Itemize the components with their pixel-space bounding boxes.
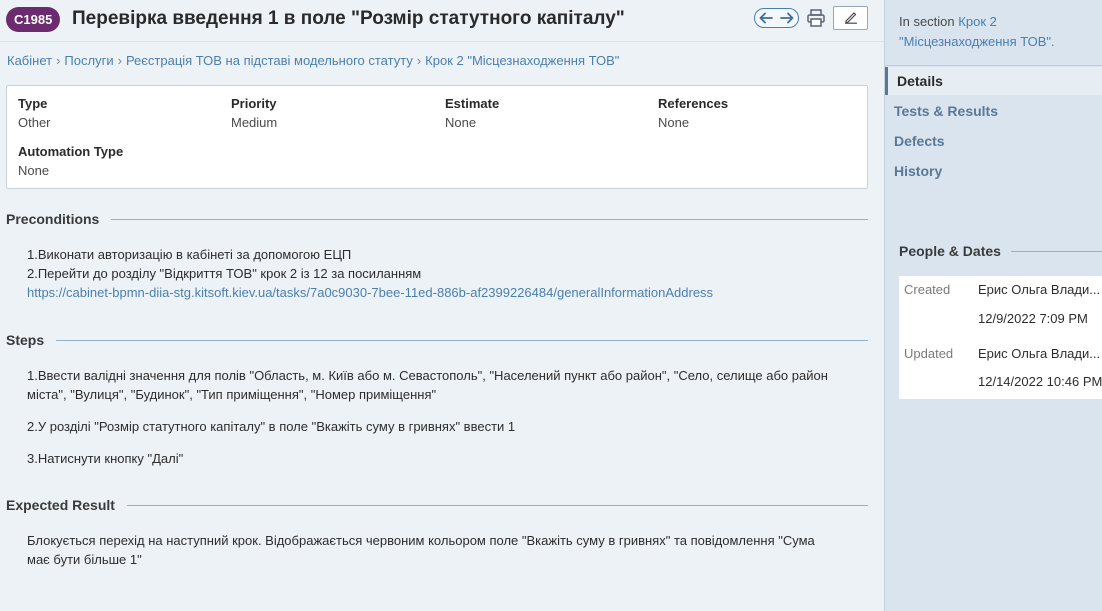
edit-icon [844, 10, 858, 27]
expected-result-title: Expected Result [6, 497, 115, 513]
case-header: C1985 Перевірка введення 1 в поле "Розмі… [0, 0, 884, 42]
field-type-label: Type [18, 96, 48, 111]
precondition-link[interactable]: https://cabinet-bpmn-diia-stg.kitsoft.ki… [27, 285, 713, 300]
preconditions-header: Preconditions [6, 210, 868, 228]
people-dates-title: People & Dates [899, 243, 1001, 259]
sidebar: In section Крок 2 "Місцезнаходження ТОВ".… [884, 0, 1102, 611]
preconditions-title: Preconditions [6, 211, 100, 227]
sidebar-item-details[interactable]: Details [885, 67, 1102, 95]
steps-title: Steps [6, 332, 45, 348]
field-references: References None [658, 96, 728, 130]
arrow-right-icon[interactable] [780, 12, 794, 24]
section-divider [1010, 250, 1102, 252]
field-references-value: None [658, 115, 690, 130]
updated-by[interactable]: Ерис Ольга Влади... [978, 346, 1102, 361]
field-estimate: Estimate None [445, 96, 499, 130]
step-line: 2.У розділі "Розмір статутного капіталу"… [27, 419, 516, 434]
section-link-line2: "Місцезнаходження ТОВ". [899, 34, 1055, 49]
in-section-info: In section Крок 2 "Місцезнаходження ТОВ". [899, 12, 1089, 52]
breadcrumb-separator: › [416, 53, 422, 68]
people-dates-panel: Created Ерис Ольга Влади... 12/9/2022 7:… [899, 276, 1102, 399]
field-references-label: References [658, 96, 729, 111]
step-line: 1.Ввести валідні значення для полів "Обл… [27, 368, 828, 383]
page-title: Перевірка введення 1 в поле "Розмір стат… [72, 8, 625, 29]
created-by[interactable]: Ерис Ольга Влади... [978, 282, 1102, 297]
case-id-badge: C1985 [6, 7, 61, 32]
expected-result-header: Expected Result [6, 496, 868, 514]
prev-next-nav [754, 8, 799, 28]
breadcrumb-item-registration[interactable]: Реєстрація ТОВ на підставі модельного ст… [126, 53, 413, 68]
field-type-value: Other [18, 115, 51, 130]
section-divider [126, 504, 868, 506]
breadcrumb: Кабінет › Послуги › Реєстрація ТОВ на підста… [7, 53, 619, 68]
breadcrumb-item-services[interactable]: Послуги [64, 53, 113, 68]
breadcrumb-item-cabinet[interactable]: Кабінет [7, 53, 52, 68]
people-dates-header: People & Dates [899, 243, 1102, 259]
step-line: 3.Натиснути кнопку "Далі" [27, 451, 184, 466]
print-icon[interactable] [806, 8, 826, 28]
field-priority: Priority Medium [231, 96, 277, 130]
section-link-line1: Крок 2 [958, 14, 997, 29]
field-estimate-value: None [445, 115, 477, 130]
sidebar-item-tests-results[interactable]: Tests & Results [885, 97, 1102, 125]
breadcrumb-separator: › [56, 53, 61, 68]
field-type: Type Other [18, 96, 51, 130]
precondition-line: 2.Перейти до розділу "Відкриття ТОВ" кро… [27, 266, 422, 281]
expected-line: Блокується перехід на наступний крок. Ві… [27, 533, 815, 548]
sidebar-divider [885, 65, 1102, 66]
sidebar-item-defects[interactable]: Defects [885, 127, 1102, 155]
case-fields-panel: Type Other Priority Medium Estimate None… [6, 85, 868, 189]
created-label: Created [904, 282, 951, 297]
expected-line: має бути більше 1" [27, 552, 142, 567]
field-automation-type: Automation Type None [18, 144, 123, 178]
section-divider [111, 218, 868, 220]
step-line: міста", "Вулиця", "Будинок", "Тип приміщ… [27, 387, 437, 402]
arrow-left-icon[interactable] [759, 12, 773, 24]
sidebar-item-history[interactable]: History [885, 157, 1102, 185]
field-estimate-label: Estimate [445, 96, 500, 111]
created-date: 12/9/2022 7:09 PM [978, 311, 1088, 326]
steps-header: Steps [6, 331, 868, 349]
precondition-line: 1.Виконати авторизацію в кабінеті за доп… [27, 247, 352, 262]
field-automation-value: None [18, 163, 50, 178]
preconditions-body: 1.Виконати авторизацію в кабінеті за доп… [27, 245, 857, 302]
steps-body: 1.Ввести валідні значення для полів "Обл… [27, 366, 857, 468]
main-content: C1985 Перевірка введення 1 в поле "Розмі… [0, 0, 884, 611]
edit-button[interactable] [833, 6, 868, 30]
field-priority-value: Medium [231, 115, 278, 130]
updated-label: Updated [904, 346, 954, 361]
breadcrumb-item-step2[interactable]: Крок 2 "Місцезнаходження ТОВ" [425, 53, 619, 68]
expected-result-body: Блокується перехід на наступний крок. Ві… [27, 531, 857, 569]
breadcrumb-separator: › [117, 53, 122, 68]
in-section-prefix: In section [899, 14, 955, 29]
section-divider [56, 339, 868, 341]
field-priority-label: Priority [231, 96, 277, 111]
updated-date: 12/14/2022 10:46 PM [978, 374, 1102, 389]
field-automation-label: Automation Type [18, 144, 124, 159]
